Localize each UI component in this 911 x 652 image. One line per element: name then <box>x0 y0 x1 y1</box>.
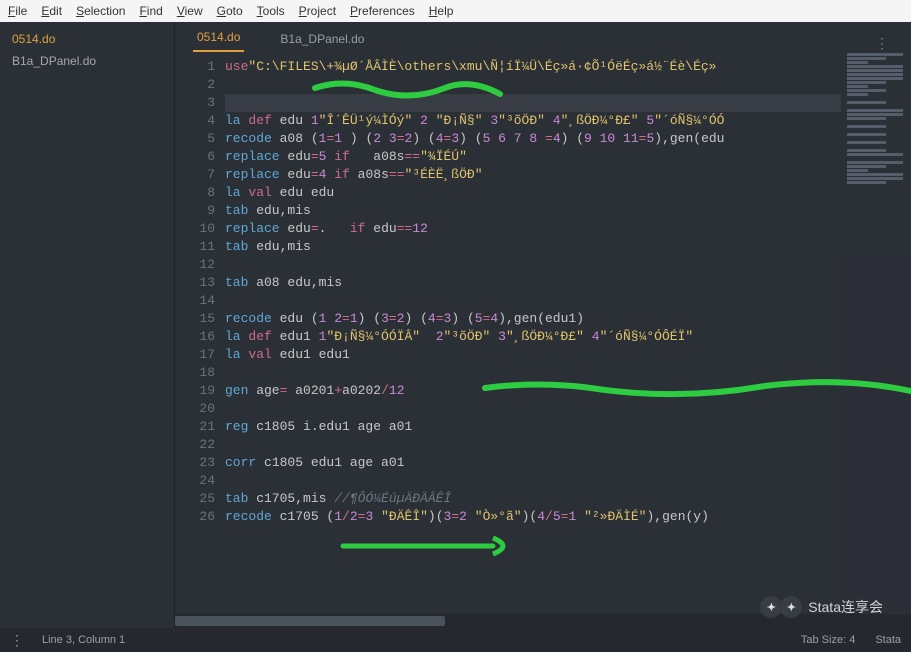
menu-project[interactable]: Project <box>299 4 336 18</box>
line-gutter: 1234567891011121314151617181920212223242… <box>175 52 225 614</box>
wechat-icon: ✦ <box>760 596 782 618</box>
menu-view[interactable]: View <box>177 4 203 18</box>
main-area: 0514.doB1a_DPanel.do 0514.doB1a_DPanel.d… <box>0 22 911 628</box>
menu-goto[interactable]: Goto <box>217 4 243 18</box>
statusbar: ⋮ Line 3, Column 1 Tab Size: 4 Stata <box>0 628 911 652</box>
menu-help[interactable]: Help <box>429 4 454 18</box>
editor-wrap: 0514.do B1a_DPanel.do ⋮ 123456789101112131… <box>175 22 911 628</box>
menubar: File Edit Selection Find View Goto Tools Projec… <box>0 0 911 22</box>
menu-file[interactable]: File <box>8 4 27 18</box>
watermark-text: Stata连享会 <box>808 597 883 617</box>
scrollbar-thumb[interactable] <box>175 616 445 626</box>
tab[interactable]: 0514.do <box>193 24 244 52</box>
tabbar: 0514.do B1a_DPanel.do ⋮ <box>175 22 911 52</box>
menu-icon[interactable]: ⋮ <box>10 632 24 649</box>
menu-edit[interactable]: Edit <box>41 4 62 18</box>
code-editor[interactable]: 1234567891011121314151617181920212223242… <box>175 52 911 614</box>
menu-preferences[interactable]: Preferences <box>350 4 415 18</box>
menu-find[interactable]: Find <box>139 4 162 18</box>
code-area[interactable]: use"C:\FILES\+¾µØ´ÅÂÌÈ\others\xmu\Ñ¦íÏ¼Ü… <box>225 52 911 614</box>
wechat-icon: ✦ <box>780 596 802 618</box>
menu-tools[interactable]: Tools <box>257 4 285 18</box>
sidebar-file[interactable]: B1a_DPanel.do <box>0 50 174 72</box>
sidebar-open-files: 0514.doB1a_DPanel.do <box>0 22 175 628</box>
status-position[interactable]: Line 3, Column 1 <box>42 634 125 646</box>
status-syntax[interactable]: Stata <box>875 634 901 646</box>
tabs-overflow-icon[interactable]: ⋮ <box>875 35 893 52</box>
tab[interactable]: B1a_DPanel.do <box>276 26 368 52</box>
watermark: ✦ ✦ Stata连享会 <box>760 596 883 618</box>
menu-selection[interactable]: Selection <box>76 4 125 18</box>
sidebar-file[interactable]: 0514.do <box>0 28 174 50</box>
status-tabsize[interactable]: Tab Size: 4 <box>801 634 855 646</box>
minimap[interactable] <box>841 52 911 612</box>
